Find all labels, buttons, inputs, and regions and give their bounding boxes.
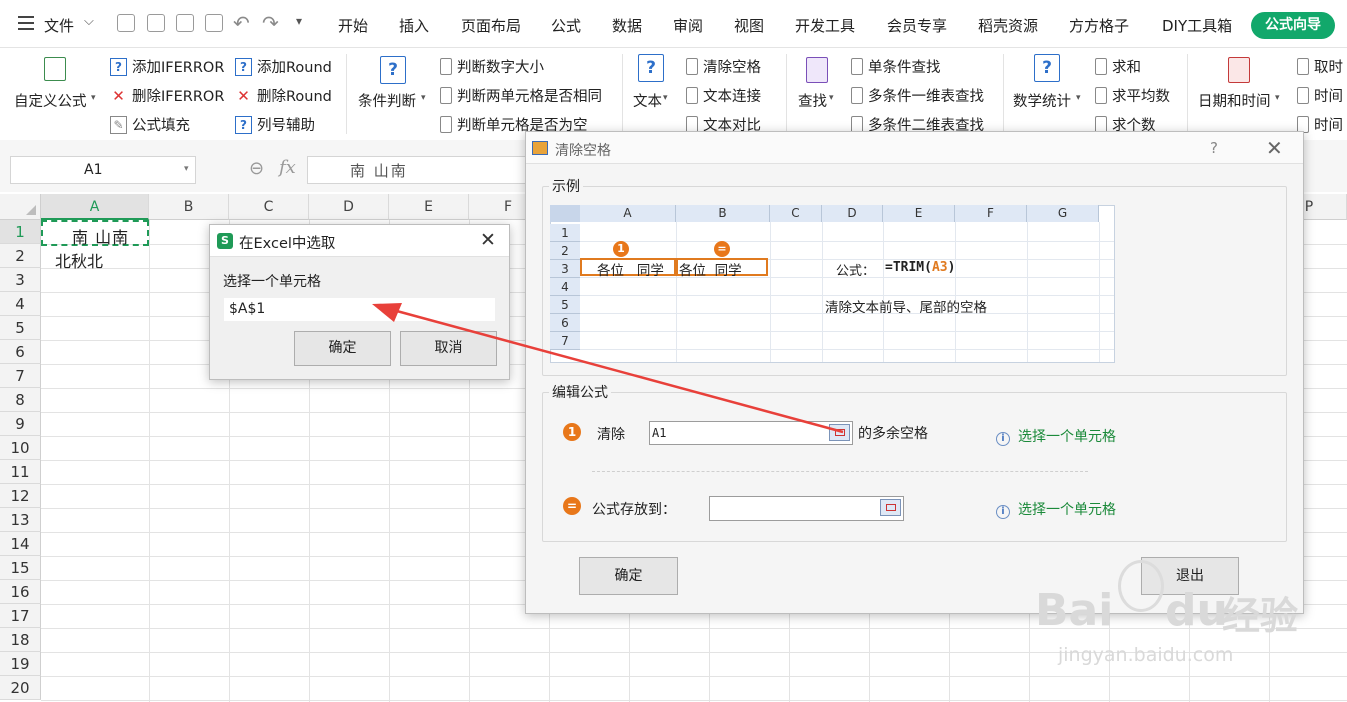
arrow-head xyxy=(372,303,402,322)
watermark-brand-2: du xyxy=(1165,585,1228,636)
watermark-brand: Bai xyxy=(1035,585,1114,636)
paw-icon xyxy=(1118,560,1164,612)
watermark-cn: 经验 xyxy=(1222,594,1299,638)
arrow-line xyxy=(381,305,844,434)
watermark-url: jingyan.baidu.com xyxy=(1058,644,1234,666)
